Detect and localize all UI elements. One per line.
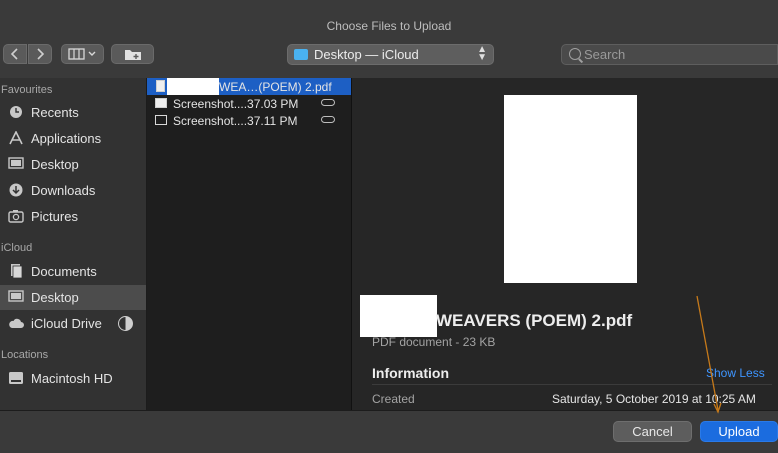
upload-button[interactable]: Upload <box>700 421 778 442</box>
sidebar: Favourites Recents Applications Desktop … <box>0 78 147 410</box>
show-less-link[interactable]: Show Less <box>706 366 765 380</box>
sidebar-item-label: Documents <box>31 264 97 279</box>
clock-icon <box>8 105 24 119</box>
file-name: WEA…(POEM) 2.pdf <box>219 80 332 94</box>
sidebar-item-desktop[interactable]: Desktop <box>0 152 146 177</box>
sidebar-item-label: Desktop <box>31 290 79 305</box>
desktop-icon <box>8 157 24 171</box>
screenshot-file-icon <box>155 115 167 125</box>
divider <box>372 384 772 385</box>
desktop-folder-icon <box>294 49 308 60</box>
sidebar-item-label: Desktop <box>31 157 79 172</box>
desktop-icon <box>8 290 24 304</box>
camera-icon <box>8 209 24 223</box>
forward-button[interactable] <box>28 44 52 64</box>
cancel-button[interactable]: Cancel <box>613 421 692 442</box>
sidebar-item-label: Applications <box>31 131 102 146</box>
back-button[interactable] <box>3 44 27 64</box>
preview-file-name: WEAVERS (POEM) 2.pdf <box>436 311 633 330</box>
sidebar-item-icloud-drive[interactable]: iCloud Drive <box>0 311 146 336</box>
sidebar-item-recents[interactable]: Recents <box>0 100 146 125</box>
hard-drive-icon <box>8 371 24 385</box>
cloud-download-icon[interactable] <box>321 99 335 106</box>
download-icon <box>8 183 24 197</box>
chevron-left-icon <box>10 48 18 60</box>
dialog-footer: Cancel Upload <box>0 410 778 453</box>
sidebar-item-applications[interactable]: Applications <box>0 126 146 151</box>
sidebar-item-label: Pictures <box>31 209 78 224</box>
sidebar-item-downloads[interactable]: Downloads <box>0 178 146 203</box>
sidebar-item-label: Downloads <box>31 183 96 198</box>
search-field[interactable] <box>561 44 778 65</box>
new-folder-button[interactable] <box>111 44 154 64</box>
redaction-block <box>360 295 437 337</box>
file-name: Screenshot....37.11 PM <box>173 114 298 128</box>
search-icon <box>569 48 581 60</box>
section-title-favourites: Favourites <box>1 84 53 96</box>
sidebar-item-macintosh-hd[interactable]: Macintosh HD <box>0 366 146 391</box>
sidebar-item-documents[interactable]: Documents <box>0 259 146 284</box>
location-dropdown[interactable]: Desktop — iCloud ▲ ▼ <box>287 44 494 65</box>
pdf-file-icon <box>156 80 165 92</box>
chevron-right-icon <box>37 48 45 60</box>
screenshot-file-icon <box>155 98 167 108</box>
location-label: Desktop — iCloud <box>314 47 419 62</box>
created-label: Created <box>372 392 415 406</box>
section-title-locations: Locations <box>1 349 49 361</box>
information-heading: Information <box>372 365 449 381</box>
search-input[interactable] <box>584 45 774 64</box>
file-list: WEA…(POEM) 2.pdf Screenshot....37.03 PM … <box>147 78 352 410</box>
section-title-icloud: iCloud <box>1 242 33 254</box>
cloud-icon <box>8 316 24 330</box>
list-item[interactable]: Screenshot....37.03 PM <box>147 95 351 112</box>
preview-file-kind: PDF document - 23 KB <box>372 335 496 349</box>
window-title: Choose Files to Upload <box>326 19 452 33</box>
applications-icon <box>8 130 24 145</box>
file-name: Screenshot....37.03 PM <box>173 97 299 111</box>
updown-chevron-icon: ▲ ▼ <box>477 44 487 63</box>
created-value: Saturday, 5 October 2019 at 10:25 AM <box>552 392 756 406</box>
documents-icon <box>8 264 24 279</box>
sidebar-item-icloud-desktop[interactable]: Desktop <box>0 285 146 310</box>
view-mode-button[interactable] <box>61 44 104 64</box>
sidebar-item-label: Recents <box>31 105 79 120</box>
document-thumbnail <box>504 95 637 283</box>
storage-pie-icon <box>118 316 133 331</box>
preview-pane: WEAVERS (POEM) 2.pdf PDF document - 23 K… <box>352 78 778 410</box>
sidebar-item-label: Macintosh HD <box>31 371 113 386</box>
list-item[interactable]: Screenshot....37.11 PM <box>147 112 351 129</box>
cloud-download-icon[interactable] <box>321 116 335 123</box>
sidebar-item-pictures[interactable]: Pictures <box>0 204 146 229</box>
toolbar: Choose Files to Upload Desktop — iCloud … <box>0 0 778 79</box>
new-folder-icon <box>125 50 141 60</box>
list-item[interactable]: WEA…(POEM) 2.pdf <box>147 78 351 95</box>
redaction-block <box>167 78 219 95</box>
sidebar-item-label: iCloud Drive <box>31 316 102 331</box>
columns-view-icon <box>68 48 96 60</box>
